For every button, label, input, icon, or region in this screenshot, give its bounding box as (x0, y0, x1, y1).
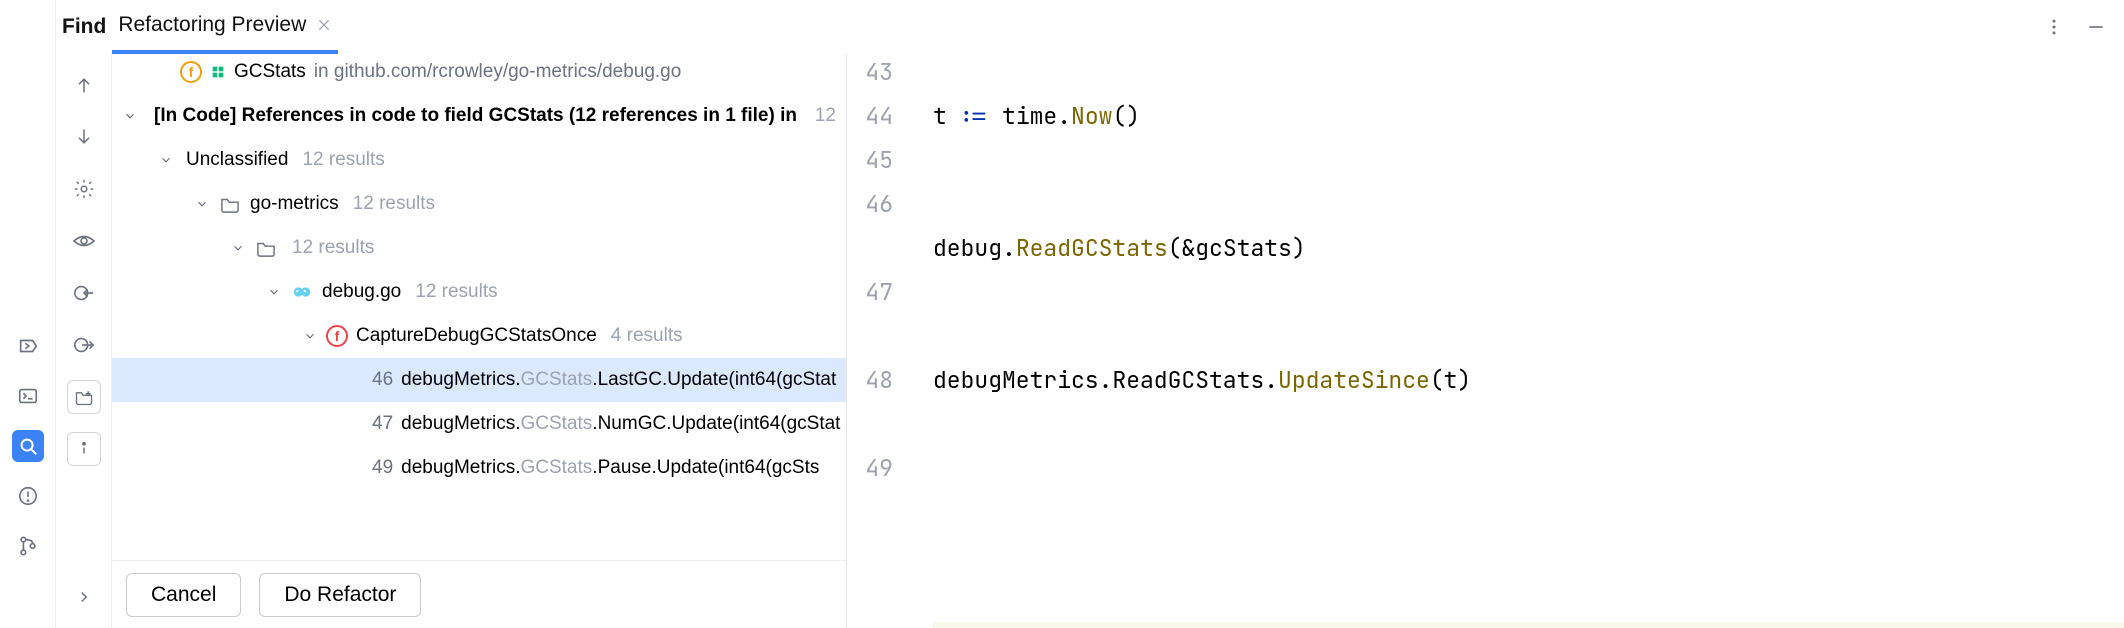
refactor-tree: Field to be renamed to GCStat f GCStats … (112, 0, 846, 560)
tree-field-item[interactable]: f GCStats in github.com/rcrowley/go-metr… (112, 50, 846, 94)
terminal-icon[interactable] (12, 380, 44, 412)
tree-ref-2[interactable]: 47 debugMetrics.GCStats.NumGC.Update(int… (112, 402, 846, 446)
module-label: go-metrics (250, 193, 339, 215)
unclassified-count: 12 results (302, 149, 384, 171)
minimize-icon[interactable] (2086, 17, 2106, 37)
gutter: 42 43 44 45 46 47 48 49 (847, 0, 907, 628)
tree-ref-3[interactable]: 49 debugMetrics.GCStats.Pause.Update(int… (112, 446, 846, 490)
function-icon: f (326, 325, 348, 347)
unclassified-label: Unclassified (186, 149, 288, 171)
field-name: GCStats (234, 61, 306, 83)
chevron-down-icon[interactable] (228, 241, 248, 255)
tree-module[interactable]: go-metrics 12 results (112, 182, 846, 226)
code-lines: t := time.Now() debug.ReadGCStats(&gcSta… (907, 0, 2124, 628)
do-refactor-button[interactable]: Do Refactor (259, 573, 421, 617)
info-icon[interactable] (67, 432, 101, 466)
expand-icon[interactable] (67, 580, 101, 614)
function-count: 4 results (611, 325, 683, 347)
import-icon[interactable] (67, 276, 101, 310)
code-preview[interactable]: 42 43 44 45 46 47 48 49 t := time.Now() … (847, 0, 2124, 628)
package-count: 12 results (292, 237, 374, 259)
struct-badge-icon (210, 64, 226, 80)
more-icon[interactable] (2044, 17, 2064, 37)
next-occurrence-icon[interactable] (67, 120, 101, 154)
module-count: 12 results (353, 193, 435, 215)
tab-find[interactable]: Find (56, 0, 112, 54)
cancel-button[interactable]: Cancel (126, 573, 241, 617)
function-label: CaptureDebugGCStatsOnce (356, 325, 597, 347)
tree-file[interactable]: debug.go 12 results (112, 270, 846, 314)
chevron-down-icon[interactable] (192, 197, 212, 211)
tab-refactoring-preview[interactable]: Refactoring Preview (112, 0, 338, 54)
tree-package[interactable]: 12 results (112, 226, 846, 270)
show-read-icon[interactable] (67, 224, 101, 258)
find-tool-icon[interactable] (12, 430, 44, 462)
incode-badge: 12 (815, 105, 846, 127)
vcs-icon[interactable] (12, 530, 44, 562)
export-icon[interactable] (67, 328, 101, 362)
new-folder-icon[interactable] (67, 380, 101, 414)
field-icon: f (180, 61, 202, 83)
settings-icon[interactable] (67, 172, 101, 206)
chevron-down-icon[interactable] (264, 285, 284, 299)
file-count: 12 results (415, 281, 497, 303)
folder-icon (254, 236, 278, 260)
go-file-icon (290, 280, 314, 304)
tree-unclassified[interactable]: Unclassified 12 results (112, 138, 846, 182)
close-icon[interactable] (316, 17, 332, 33)
tree-function[interactable]: f CaptureDebugGCStatsOnce 4 results (112, 314, 846, 358)
tree-ref-1[interactable]: 46 debugMetrics.GCStats.LastGC.Update(in… (112, 358, 846, 402)
services-icon[interactable] (12, 330, 44, 362)
problems-icon[interactable] (12, 480, 44, 512)
incode-label: [In Code] References in code to field GC… (154, 105, 797, 127)
chevron-down-icon[interactable] (120, 109, 140, 123)
chevron-down-icon[interactable] (300, 329, 320, 343)
tree-incode-header[interactable]: [In Code] References in code to field GC… (112, 94, 846, 138)
chevron-down-icon[interactable] (156, 153, 176, 167)
file-label: debug.go (322, 281, 401, 303)
prev-occurrence-icon[interactable] (67, 68, 101, 102)
field-location: in github.com/rcrowley/go-metrics/debug.… (314, 61, 682, 83)
module-folder-icon (218, 192, 242, 216)
